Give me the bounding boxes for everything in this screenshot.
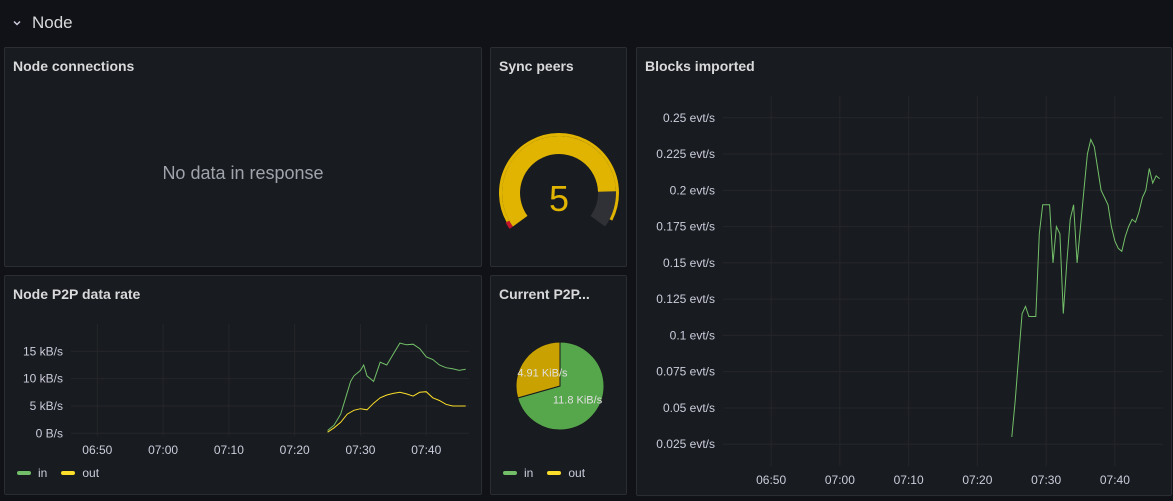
y-tick-label: 0.1 evt/s [670, 328, 715, 342]
panel-sync-peers[interactable]: Sync peers 5 [490, 47, 627, 267]
x-tick-label: 07:00 [148, 443, 178, 457]
x-tick-label: 07:20 [962, 473, 992, 487]
x-tick-label: 06:50 [82, 443, 112, 457]
panel-title: Node connections [13, 58, 135, 74]
legend-item-in[interactable]: in [503, 466, 533, 480]
panel-node-connections[interactable]: Node connections No data in response [4, 47, 482, 267]
gauge-value: 5 [549, 178, 569, 219]
panel-blocks-imported[interactable]: Blocks imported 06:50 07:00 07:10 07:20 07:3… [636, 47, 1172, 496]
panel-current-p2p[interactable]: Current P2P... 11.8 KiB/s 4.91 KiB/s in o… [490, 275, 627, 495]
y-tick-label: 0 B/s [36, 426, 63, 440]
p2p-data-rate-chart: 06:50 07:00 07:10 07:20 07:30 07:40 0 B/s 5 kB/… [23, 324, 469, 457]
x-tick-label: 06:50 [756, 473, 786, 487]
y-tick-label: 0.025 evt/s [656, 437, 715, 451]
legend: in out [17, 466, 99, 480]
x-tick-label: 07:10 [894, 473, 924, 487]
x-tick-label: 07:40 [1100, 473, 1130, 487]
y-tick-label: 0.15 evt/s [663, 256, 715, 270]
chevron-down-icon[interactable] [10, 16, 24, 30]
x-tick-label: 07:30 [1031, 473, 1061, 487]
current-p2p-pie: 11.8 KiB/s 4.91 KiB/s [515, 341, 605, 431]
y-tick-label: 0.175 evt/s [656, 220, 715, 234]
series-line [1011, 138, 1160, 438]
panel-title: Current P2P... [499, 286, 590, 302]
panel-title: Sync peers [499, 58, 574, 74]
blocks-imported-chart: 06:50 07:00 07:10 07:20 07:30 07:40 0.025 evt/… [656, 96, 1163, 487]
legend: in out [503, 466, 585, 480]
x-tick-label: 07:20 [280, 443, 310, 457]
legend-item-out[interactable]: out [547, 466, 585, 480]
row-title: Node [32, 13, 73, 32]
sync-peers-gauge: 5 [499, 133, 619, 229]
x-tick-label: 07:10 [214, 443, 244, 457]
pie-slice-label: 11.8 KiB/s [553, 394, 603, 406]
y-tick-label: 0.25 evt/s [663, 111, 715, 125]
x-tick-label: 07:00 [825, 473, 855, 487]
y-tick-label: 15 kB/s [23, 344, 63, 358]
y-tick-label: 0.075 evt/s [656, 365, 715, 379]
no-data-message: No data in response [162, 163, 324, 183]
x-tick-label: 07:30 [345, 443, 375, 457]
y-tick-label: 0.2 evt/s [670, 183, 715, 197]
panel-node-p2p-data-rate[interactable]: Node P2P data rate 06:50 07:00 07:10 07:20 0… [4, 275, 482, 495]
legend-item-in[interactable]: in [17, 466, 47, 480]
series-line-out [327, 391, 466, 433]
y-tick-label: 10 kB/s [23, 372, 63, 386]
series-line-in [327, 342, 466, 431]
y-tick-label: 0.125 evt/s [656, 292, 715, 306]
pie-slice-label: 4.91 KiB/s [517, 368, 568, 380]
row-header-node[interactable]: Node [0, 0, 1173, 46]
legend-item-out[interactable]: out [61, 466, 99, 480]
y-tick-label: 5 kB/s [30, 399, 63, 413]
y-tick-label: 0.225 evt/s [656, 147, 715, 161]
x-tick-label: 07:40 [411, 443, 441, 457]
y-tick-label: 0.05 evt/s [663, 401, 715, 415]
